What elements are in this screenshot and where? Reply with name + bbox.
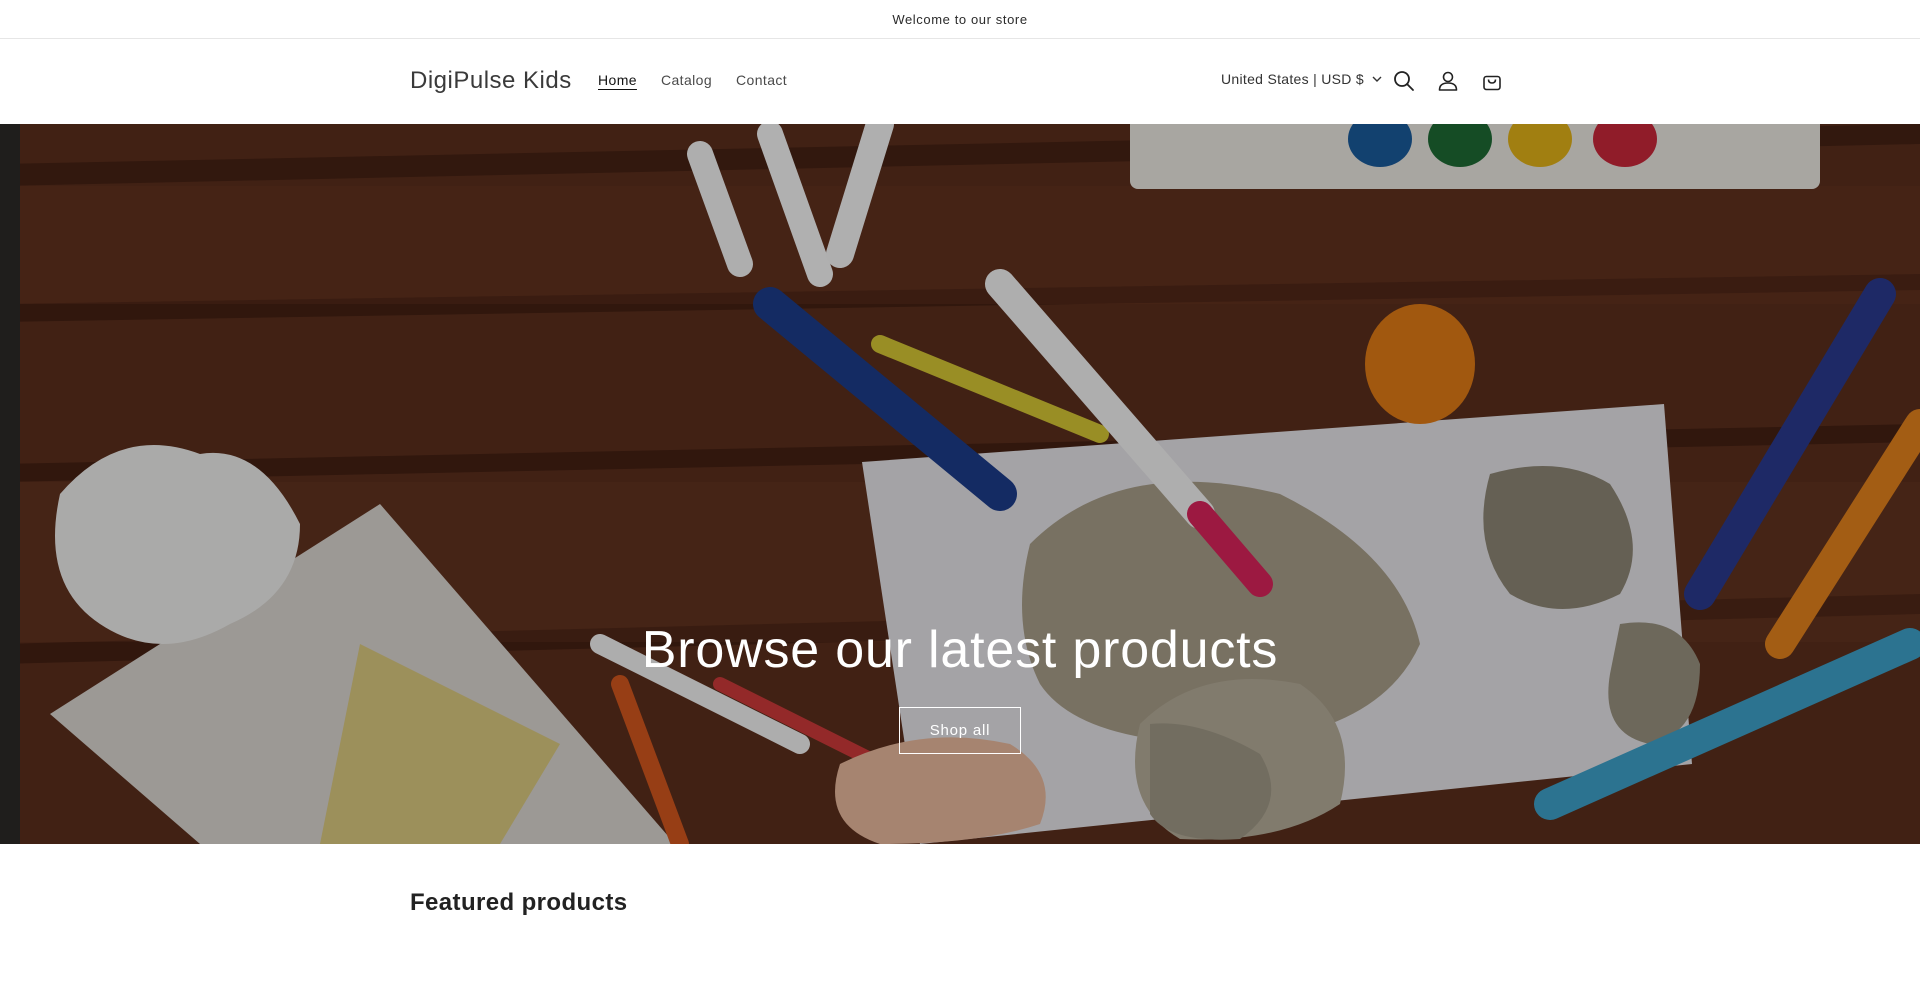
country-currency-selector[interactable]: United States | USD $ [1221,71,1382,87]
cart-icon [1483,75,1501,91]
site-header: DigiPulse Kids Home Catalog Contact Unit… [0,39,1920,124]
announcement-bar: Welcome to our store [0,0,1920,39]
announcement-text: Welcome to our store [892,11,1028,27]
search-button[interactable] [1389,66,1419,96]
featured-products-heading: Featured products [410,889,628,916]
main-nav: Home Catalog Contact [598,72,811,88]
country-currency-label: United States | USD $ [1221,71,1364,87]
chevron-down-icon [1372,76,1382,82]
account-icon [1438,71,1458,91]
store-logo[interactable]: DigiPulse Kids [410,67,572,95]
account-button[interactable] [1433,66,1463,96]
cart-button[interactable] [1477,66,1507,96]
hero-banner: Browse our latest products Shop all [0,124,1920,844]
nav-home[interactable]: Home [598,72,637,88]
shop-all-button[interactable]: Shop all [899,707,1021,754]
nav-catalog[interactable]: Catalog [661,72,712,88]
nav-contact[interactable]: Contact [736,72,787,88]
hero-heading: Browse our latest products [641,621,1279,679]
search-icon [1394,71,1414,91]
